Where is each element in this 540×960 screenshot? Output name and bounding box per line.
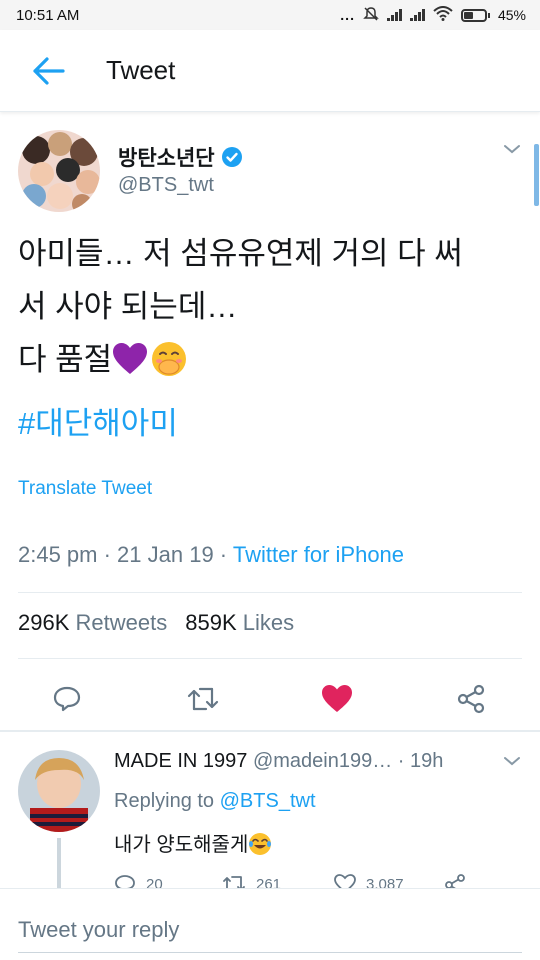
- status-icons: ... 45%: [340, 6, 526, 25]
- tweet-text-line: 다 품절💜🤭: [18, 333, 523, 397]
- chevron-down-icon: [504, 145, 520, 154]
- reply-header: MADE IN 1997 @madein199… · 19h: [114, 750, 443, 773]
- reply-options-button[interactable]: [503, 754, 521, 772]
- hand-over-mouth-icon: [152, 342, 187, 376]
- silent-icon: [363, 6, 379, 25]
- tweet-body: 아미들… 저 섬유유연제 거의 다 써 서 사야 되는데… 다 품절💜🤭 #대단…: [18, 227, 523, 450]
- tweet-text-line: 아미들… 저 섬유유연제 거의 다 써: [18, 236, 463, 271]
- reply-text-body: 내가 양도해줄게: [114, 834, 249, 856]
- author-name-text: 방탄소년단: [118, 147, 215, 170]
- battery-icon: [460, 8, 490, 22]
- reply-tweet[interactable]: MADE IN 1997 @madein199… · 19h Replying …: [0, 620, 540, 890]
- thread-line: [57, 838, 61, 890]
- tweet-text-line: 서 사야 되는데…: [18, 289, 238, 324]
- author-avatar[interactable]: [18, 130, 100, 212]
- tweet-options-button[interactable]: [503, 142, 521, 160]
- reply-time: · 19h: [397, 750, 444, 772]
- tweet-meta: 2:45 pm · 21 Jan 19 · Twitter for iPhone: [18, 542, 404, 568]
- timestamp: 2:45 pm · 21 Jan 19 ·: [18, 542, 233, 567]
- tears-of-joy-icon: [249, 833, 272, 855]
- status-time: 10:51 AM: [16, 6, 80, 24]
- author-name[interactable]: 방탄소년단: [118, 142, 243, 172]
- reply-composer: [0, 888, 540, 960]
- replying-prefix: Replying to: [114, 790, 220, 812]
- battery-percent: 45%: [497, 7, 526, 23]
- back-button[interactable]: [18, 41, 78, 101]
- page-title: Tweet: [106, 55, 176, 85]
- verified-badge-icon: [221, 147, 242, 167]
- wifi-icon: [433, 6, 453, 24]
- hashtag-link[interactable]: #대단해아미: [18, 397, 523, 450]
- reply-author-name[interactable]: MADE IN 1997: [114, 750, 247, 772]
- status-bar: 10:51 AM ... 45%: [0, 0, 540, 30]
- source-link[interactable]: Twitter for iPhone: [233, 542, 404, 567]
- divider: [18, 592, 522, 593]
- translate-tweet-link[interactable]: Translate Tweet: [18, 478, 152, 500]
- replying-to: Replying to @BTS_twt: [114, 790, 316, 813]
- author-handle[interactable]: @BTS_twt: [118, 174, 214, 197]
- app-bar: Tweet: [0, 30, 540, 112]
- purple-heart-icon: [113, 343, 148, 374]
- replying-to-link[interactable]: @BTS_twt: [220, 790, 316, 812]
- reply-input[interactable]: [18, 907, 522, 953]
- scrollbar[interactable]: [534, 144, 539, 206]
- reply-text: 내가 양도해줄게😂: [114, 828, 272, 857]
- arrow-left-icon: [33, 56, 65, 85]
- more-dots: ...: [340, 7, 355, 23]
- chevron-down-icon: [504, 757, 520, 766]
- reply-author-avatar[interactable]: [18, 750, 100, 832]
- signal-icon: [386, 9, 402, 21]
- reply-author-handle[interactable]: @madein199…: [253, 750, 392, 772]
- tweet-text-part: 다 품절: [18, 342, 113, 377]
- signal-icon: [409, 9, 425, 21]
